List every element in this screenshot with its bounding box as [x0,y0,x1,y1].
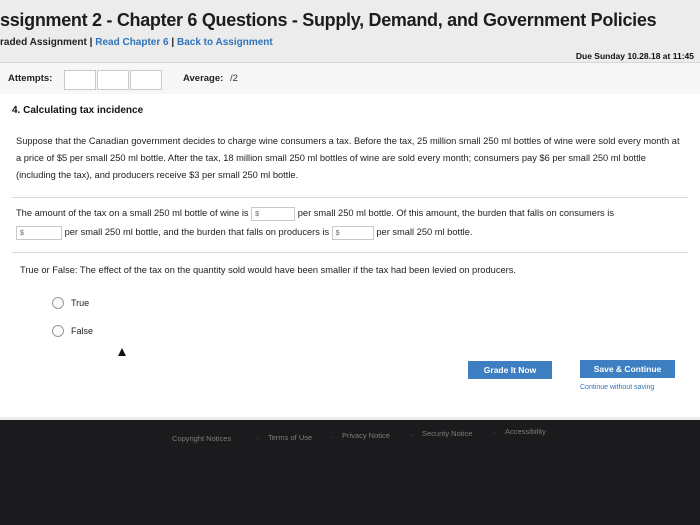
footer-dot: · [330,432,333,441]
currency-symbol: $ [335,229,340,237]
footer-link-privacy[interactable]: Privacy Notice [342,431,390,440]
tax-amount-input[interactable]: $ [251,206,296,221]
footer-link-security[interactable]: Security Notice [422,429,472,438]
question-heading: 4. Calculating tax incidence [12,105,144,116]
breadcrumb-separator: | [171,37,175,48]
footer-dot: · [493,428,496,437]
average-label: Average: [183,73,224,84]
divider [12,197,688,198]
graded-assignment-label: raded Assignment [0,37,87,48]
radio-button-false[interactable] [52,325,64,337]
question-text: Suppose that the Canadian government dec… [16,136,680,180]
attempt-box [64,70,96,90]
footer-link-copyright[interactable]: Copyright Notices [172,434,231,443]
attempts-bar: Attempts: Average: /2 [0,62,700,96]
footer-dot: · [410,430,413,439]
footer-link-accessibility[interactable]: Accessibility [505,427,546,436]
attempts-label: Attempts: [8,73,53,84]
consumer-burden-input[interactable]: $ [16,225,62,240]
attempt-box [97,70,129,90]
divider [12,252,688,253]
producer-burden-input[interactable]: $ [331,225,374,240]
continue-without-saving-link[interactable]: Continue without saving [580,384,654,391]
save-continue-button[interactable]: Save & Continue [580,360,675,378]
back-to-assignment-link[interactable]: Back to Assignment [177,37,273,48]
due-date: Due Sunday 10.28.18 at 11:45 [575,51,694,61]
footer-link-terms[interactable]: Terms of Use [268,433,312,442]
attempt-boxes [64,70,163,90]
currency-symbol: $ [20,229,24,237]
question-panel: 4. Calculating tax incidence Suppose tha… [0,94,700,417]
grade-it-now-button[interactable]: Grade It Now [468,361,552,379]
footer-dot: · [256,433,259,442]
currency-symbol: $ [255,210,260,218]
breadcrumb-separator: | [89,37,93,48]
option-false[interactable]: False [52,325,93,337]
fill-in-sentence: The amount of the tax on a small 250 ml … [16,204,686,242]
attempt-box [130,70,162,90]
mouse-cursor-icon [118,348,126,356]
fill-text-2: per small 250 ml bottle. Of this amount,… [297,208,614,218]
page-title: ssignment 2 - Chapter 6 Questions - Supp… [0,10,657,30]
option-false-label: False [71,326,94,336]
breadcrumb: raded Assignment | Read Chapter 6 | Back… [0,37,273,48]
true-false-question: True or False: The effect of the tax on … [20,265,516,275]
radio-button-true[interactable] [52,297,64,309]
fill-text-3: per small 250 ml bottle, and the burden … [64,227,330,237]
assignment-page: ssignment 2 - Chapter 6 Questions - Supp… [0,0,700,420]
option-true-label: True [71,298,90,308]
fill-text-1: The amount of the tax on a small 250 ml … [16,208,249,218]
read-chapter-link[interactable]: Read Chapter 6 [95,37,168,48]
fill-text-4: per small 250 ml bottle. [376,227,473,237]
average-value: /2 [230,73,238,84]
option-true[interactable]: True [52,297,89,309]
